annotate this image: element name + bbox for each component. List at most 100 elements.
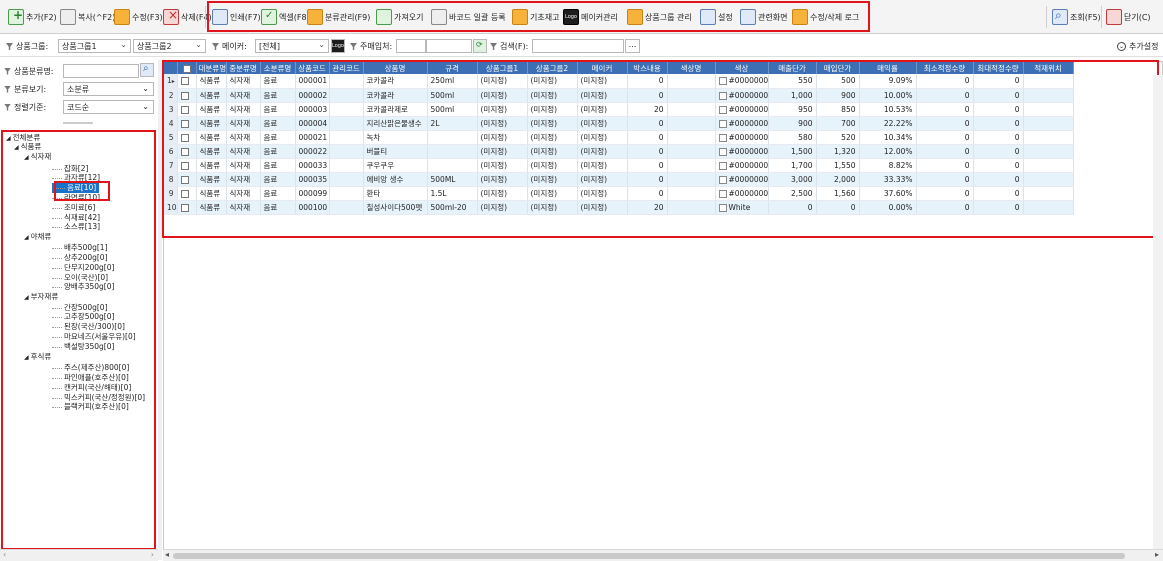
edit-button[interactable]: 수정(F3) <box>114 8 163 26</box>
buyer-lookup-button[interactable]: ⟳ <box>473 39 487 53</box>
group-manage-button[interactable]: 상품그룹 관리 <box>627 8 692 26</box>
category-icon <box>307 9 323 25</box>
settings-button[interactable]: 설정 <box>700 8 733 26</box>
delete-icon <box>163 8 179 25</box>
logo-icon: Logo <box>563 9 579 25</box>
buyer-filter-label: 주매입처: <box>350 41 392 52</box>
copy-button-label: 복사(^F2) <box>78 12 116 22</box>
chevron-down-icon: ⌄ <box>195 40 202 49</box>
group1-select[interactable]: 상품그룹1 ⌄ <box>58 39 131 53</box>
copy-icon <box>60 9 76 25</box>
sort-label: 정렬기준: <box>4 100 46 114</box>
extra-settings-toggle[interactable]: ⌄ 추가설정 <box>1117 41 1158 52</box>
related-screen-label: 관련화면 <box>758 12 788 22</box>
toolbar-separator <box>205 6 206 28</box>
group-filter-label: 상품그룹: <box>6 41 48 52</box>
import-icon <box>376 9 392 25</box>
barcode-icon <box>431 9 447 25</box>
maker-filter-label: 메이커: <box>212 41 247 52</box>
scroll-left-icon[interactable]: ◂ <box>165 550 169 559</box>
copy-button[interactable]: 복사(^F2) <box>60 8 115 26</box>
maker-manage-button[interactable]: Logo 메이커관리 <box>563 8 618 26</box>
base-inventory-label: 기초재고 <box>530 12 560 22</box>
close-button-label: 닫기(C) <box>1124 12 1151 22</box>
funnel-icon <box>212 43 219 50</box>
close-button[interactable]: 닫기(C) <box>1106 8 1151 26</box>
view-select[interactable]: 소분류 ⌄ <box>63 82 154 96</box>
import-button[interactable]: 가져오기 <box>376 8 423 26</box>
search-filter-label: 검색(F): <box>490 41 528 52</box>
search-icon: ⌕ <box>143 63 149 74</box>
scroll-left-icon[interactable]: ‹ <box>3 550 6 559</box>
scroll-right-icon[interactable]: › <box>151 550 154 559</box>
search-input[interactable] <box>532 39 624 53</box>
left-filter-panel: 상품분류명: ⌕ 분류보기: 소분류 ⌄ 정렬기준: 코드순 ⌄ <box>0 60 160 132</box>
maker-logo-button[interactable]: Logo <box>331 39 345 53</box>
edit-icon <box>114 9 130 25</box>
category-manage-button[interactable]: 분류관리(F9) <box>307 8 370 26</box>
settings-button-label: 설정 <box>718 12 733 22</box>
category-name-input[interactable] <box>63 64 139 78</box>
print-icon <box>212 9 228 25</box>
excel-icon <box>261 9 277 25</box>
close-icon <box>1106 9 1122 25</box>
funnel-icon <box>490 43 497 50</box>
scroll-right-icon[interactable]: ▸ <box>1155 550 1159 559</box>
chevron-down-icon: ⌄ <box>318 40 325 49</box>
buyer-code-input[interactable] <box>396 39 426 53</box>
barcode-bulk-button[interactable]: 바코드 일괄 등록 <box>431 8 506 26</box>
funnel-icon <box>4 103 11 111</box>
chevron-down-icon: ⌄ <box>120 40 127 49</box>
category-search-button[interactable]: ⌕ <box>140 63 154 77</box>
toolbar-separator <box>1101 6 1102 28</box>
import-button-label: 가져오기 <box>394 12 424 22</box>
tree-horizontal-scrollbar[interactable]: ‹ › <box>0 549 158 561</box>
grid-vertical-scrollbar[interactable] <box>1153 75 1163 549</box>
filter-bar: 상품그룹: 상품그룹1 ⌄ 상품그룹2 ⌄ 메이커: [전체] ⌄ Logo 주매입처… <box>0 35 1163 57</box>
edit-delete-log-button[interactable]: 수정/삭제 로그 <box>792 8 859 26</box>
related-screen-icon <box>740 9 756 25</box>
edit-button-label: 수정(F3) <box>132 12 163 22</box>
add-button-label: 추가(F2) <box>26 12 57 22</box>
related-screen-button[interactable]: 관련화면 <box>740 8 787 26</box>
selected-node-highlight-box <box>54 181 110 201</box>
excel-button[interactable]: 엑셀(F8) <box>261 8 310 26</box>
category-name-label: 상품분류명: <box>4 64 54 78</box>
funnel-icon <box>350 43 357 50</box>
edit-delete-log-label: 수정/삭제 로그 <box>810 12 860 22</box>
main-toolbar: 추가(F2) 복사(^F2) 수정(F3) 삭제(F4) 인쇄(F7) 엑셀(F… <box>0 0 1163 34</box>
sort-select[interactable]: 코드순 ⌄ <box>63 100 154 114</box>
toolbar-separator <box>1046 6 1047 28</box>
search-more-button[interactable]: ... <box>625 39 640 53</box>
inventory-icon <box>512 9 528 25</box>
scroll-thumb[interactable] <box>173 553 1125 559</box>
funnel-icon <box>6 43 13 50</box>
add-button[interactable]: 추가(F2) <box>8 8 57 26</box>
chevron-down-circle-icon: ⌄ <box>1117 42 1126 51</box>
search-button[interactable]: 조회(F5) <box>1052 8 1101 26</box>
group2-select[interactable]: 상품그룹2 ⌄ <box>133 39 206 53</box>
category-manage-label: 분류관리(F9) <box>325 12 371 22</box>
group-manage-label: 상품그룹 관리 <box>645 12 692 22</box>
chevron-down-icon: ⌄ <box>142 102 149 111</box>
grid-highlight-box <box>162 60 1159 238</box>
search-button-label: 조회(F5) <box>1070 12 1101 22</box>
print-button-label: 인쇄(F7) <box>230 12 261 22</box>
settings-icon <box>700 9 716 25</box>
search-icon <box>1052 8 1068 25</box>
excel-button-label: 엑셀(F8) <box>279 12 310 22</box>
print-button[interactable]: 인쇄(F7) <box>212 8 261 26</box>
base-inventory-button[interactable]: 기초재고 <box>512 8 559 26</box>
maker-manage-label: 메이커관리 <box>581 12 618 22</box>
grid-horizontal-scrollbar[interactable]: ◂ ▸ <box>163 549 1163 561</box>
log-icon <box>792 9 808 25</box>
refresh-icon: ⟳ <box>476 40 483 49</box>
view-label: 분류보기: <box>4 82 46 96</box>
buyer-name-input[interactable] <box>426 39 472 53</box>
funnel-icon <box>4 85 11 93</box>
funnel-icon <box>4 67 11 75</box>
maker-select[interactable]: [전체] ⌄ <box>255 39 329 53</box>
splitter-grip[interactable] <box>63 122 93 124</box>
chevron-down-icon: ⌄ <box>142 84 149 93</box>
group-icon <box>627 9 643 25</box>
